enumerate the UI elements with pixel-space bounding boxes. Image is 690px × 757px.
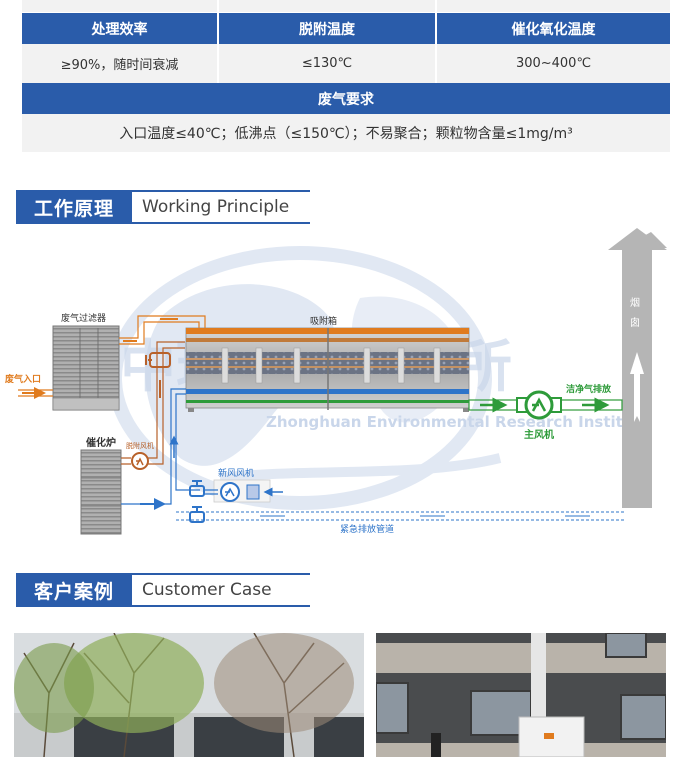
chimney: 烟 囱 bbox=[608, 228, 667, 508]
emergency-exhaust-pipe bbox=[176, 511, 624, 521]
process-flow-svg: 中环环境研究所 Zhonghuan Environmental Research… bbox=[5, 228, 667, 535]
case-photo-1-illustration bbox=[14, 633, 364, 757]
clean-exhaust-label: 洁净气排放 bbox=[566, 383, 612, 395]
adsorber-box: 吸附箱 bbox=[185, 315, 470, 412]
spec-table: 处理效率 脱附温度 催化氧化温度 ≥90%，随时间衰减 ≤130℃ 300~40… bbox=[22, 0, 670, 152]
chimney-label-2: 囱 bbox=[630, 316, 640, 329]
section-title-gas-requirements: 废气要求 bbox=[318, 91, 374, 108]
spec-cell bbox=[22, 0, 219, 12]
section-header-customer-case: 客户案例 Customer Case bbox=[16, 573, 310, 607]
section-title-zh: 工作原理 bbox=[16, 192, 132, 222]
case-photo-2-illustration bbox=[376, 633, 666, 757]
spec-table-top-row bbox=[22, 0, 670, 12]
header-desorption-temp: 脱附温度 bbox=[219, 13, 437, 44]
catalytic-furnace: 催化炉 bbox=[80, 436, 122, 535]
emergency-pipe-label: 紧急排放管道 bbox=[340, 523, 394, 535]
spec-table-value-row: ≥90%，随时间衰减 ≤130℃ 300~400℃ bbox=[22, 44, 670, 83]
catalytic-furnace-label: 催化炉 bbox=[86, 436, 116, 449]
adsorber-label: 吸附箱 bbox=[310, 315, 337, 327]
main-fan-label: 主风机 bbox=[524, 428, 554, 441]
exhaust-filter: 废气过滤器 bbox=[52, 312, 120, 411]
header-catalytic-temp: 催化氧化温度 bbox=[437, 13, 670, 44]
desorption-fan-label: 脱附风机 bbox=[126, 441, 154, 450]
inlet-pipe bbox=[18, 387, 53, 399]
watermark-en: Zhonghuan Environmental Research Institu… bbox=[266, 413, 651, 431]
section-title-zh: 客户案例 bbox=[16, 575, 132, 605]
chimney-label-1: 烟 bbox=[630, 296, 640, 309]
spec-cell bbox=[219, 0, 437, 12]
section-title-en: Customer Case bbox=[132, 575, 310, 605]
spec-table-header-row: 处理效率 脱附温度 催化氧化温度 bbox=[22, 13, 670, 44]
case-photo-1[interactable] bbox=[14, 633, 364, 757]
case-photo-2[interactable] bbox=[376, 633, 666, 757]
section-title-en: Working Principle bbox=[132, 192, 310, 222]
value-efficiency: ≥90%，随时间衰减 bbox=[22, 44, 219, 83]
gas-requirements-text: 入口温度≤40℃；低沸点（≤150℃）；不易聚合；颗粒物含量≤1mg/m³ bbox=[119, 126, 573, 142]
inlet-label: 废气入口 bbox=[5, 373, 41, 385]
spec-cell bbox=[437, 0, 670, 12]
value-catalytic-temp: 300~400℃ bbox=[437, 44, 670, 83]
working-principle-diagram: 中环环境研究所 Zhonghuan Environmental Research… bbox=[0, 228, 690, 548]
fresh-air-fan-label: 新风风机 bbox=[218, 467, 254, 479]
header-efficiency: 处理效率 bbox=[22, 13, 219, 44]
spec-table-section-row: 废气要求 bbox=[22, 83, 670, 114]
filter-label: 废气过滤器 bbox=[61, 312, 106, 324]
section-header-working-principle: 工作原理 Working Principle bbox=[16, 190, 310, 224]
value-desorption-temp: ≤130℃ bbox=[219, 44, 437, 83]
spec-table-requirements-row: 入口温度≤40℃；低沸点（≤150℃）；不易聚合；颗粒物含量≤1mg/m³ bbox=[22, 114, 670, 152]
